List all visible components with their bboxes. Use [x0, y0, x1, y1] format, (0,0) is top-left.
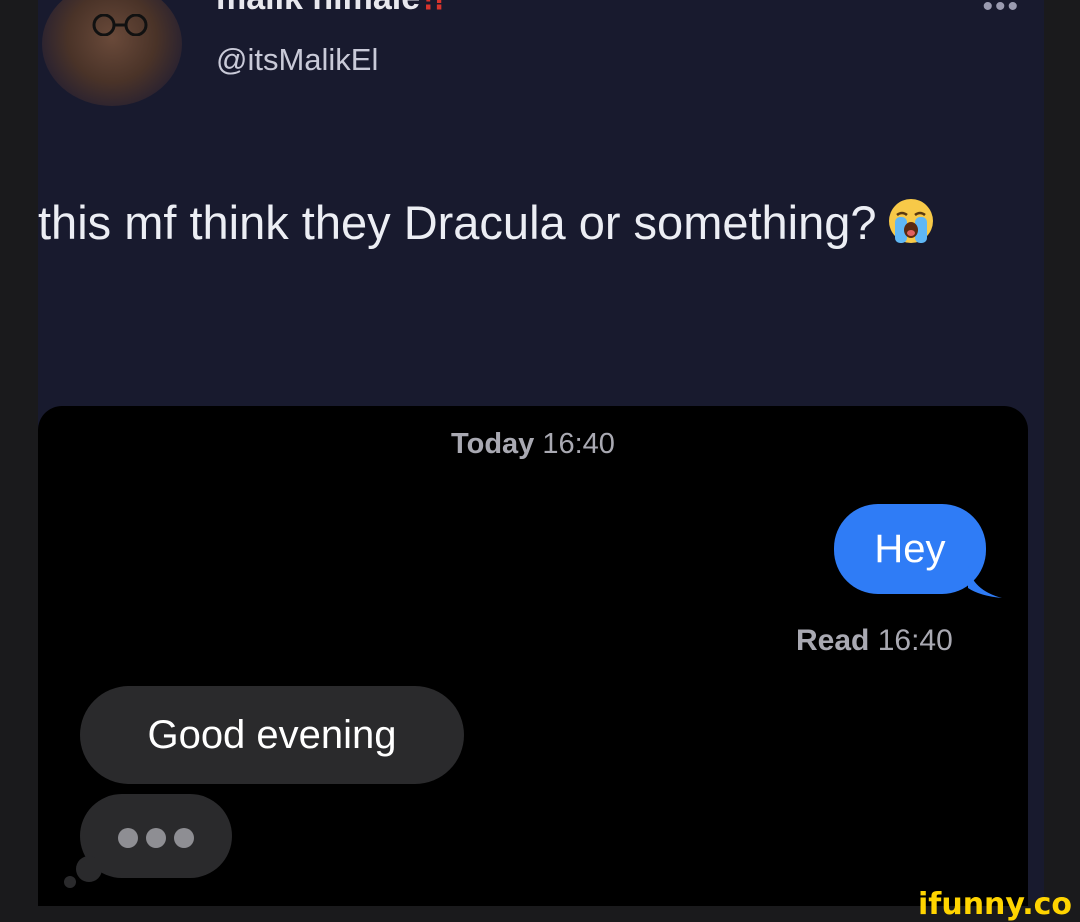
typing-tail-icon — [76, 856, 102, 882]
exclamation-question-icon: ⁉ — [424, 0, 449, 17]
read-time: 16:40 — [877, 624, 953, 657]
glasses-icon — [92, 14, 148, 36]
tweet-text-content: this mf think they Dracula or something? — [38, 196, 877, 249]
sent-message-bubble[interactable]: Hey — [834, 504, 986, 594]
received-message-bubble[interactable]: Good evening — [80, 686, 464, 784]
timestamp-day: Today — [451, 428, 535, 460]
typing-dot — [146, 828, 166, 848]
read-label: Read — [796, 624, 870, 657]
avatar[interactable] — [42, 0, 182, 106]
typing-indicator — [80, 794, 232, 878]
conversation-timestamp: Today 16:40 — [38, 428, 1028, 461]
screenshot-frame: malik himale⁉ @itsMalikEl ••• this mf th… — [0, 0, 1080, 922]
typing-dot — [118, 828, 138, 848]
display-name[interactable]: malik himale⁉ — [216, 0, 449, 18]
user-handle[interactable]: @itsMalikEl — [216, 42, 378, 78]
ifunny-watermark: ifunny.co — [918, 887, 1072, 922]
bubble-tail-icon — [968, 566, 1002, 598]
message-thread: Today 16:40 Hey Read 16:40 Good evening — [38, 406, 1028, 906]
read-receipt: Read 16:40 — [796, 624, 953, 658]
typing-dot — [174, 828, 194, 848]
display-name-text: malik himale — [216, 0, 420, 17]
loudly-crying-face-icon — [888, 199, 933, 243]
more-horizontal-icon[interactable]: ••• — [982, 0, 1020, 22]
tweet-text: this mf think they Dracula or something? — [38, 178, 938, 268]
typing-tail-icon — [64, 876, 76, 888]
timestamp-time: 16:40 — [542, 428, 615, 460]
